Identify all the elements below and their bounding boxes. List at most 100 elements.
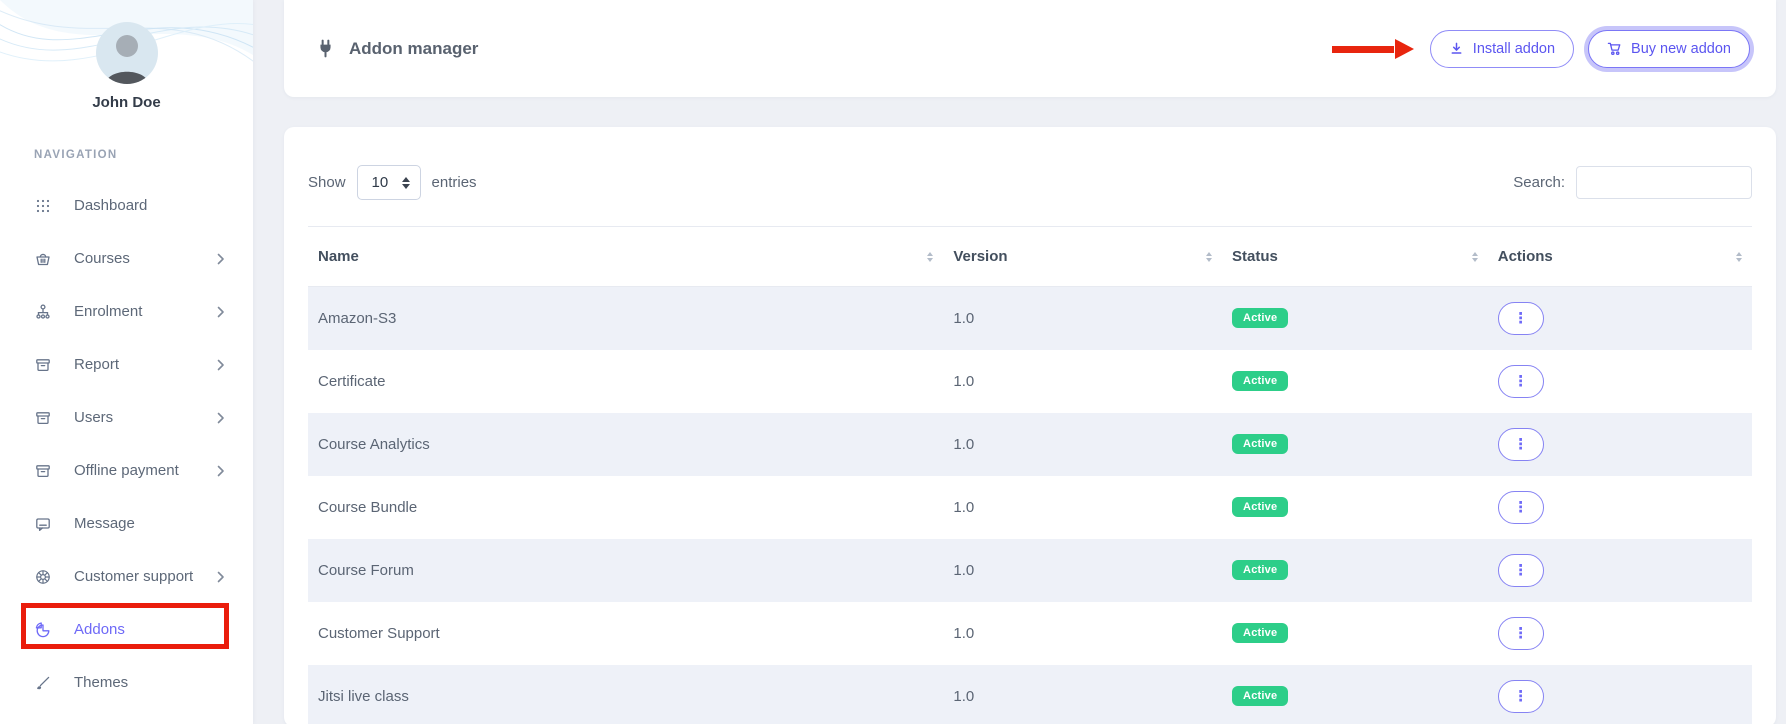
column-label: Status [1232, 248, 1278, 265]
table-card: Show 10 entries Search: NameVersionStatu… [284, 127, 1776, 724]
cell-actions: ⋮ [1488, 476, 1752, 539]
sidebar-item-label: Customer support [74, 568, 193, 585]
chevron-right-icon [217, 253, 225, 265]
pie-icon [34, 621, 52, 639]
sidebar-item-report[interactable]: Report [0, 338, 253, 391]
cell-version: 1.0 [943, 665, 1222, 724]
cell-status: Active [1222, 413, 1488, 476]
column-label: Version [953, 248, 1007, 265]
archive-icon [34, 409, 52, 427]
chevron-right-icon [217, 465, 225, 477]
avatar [96, 22, 158, 84]
status-badge: Active [1232, 497, 1288, 517]
entries-label: entries [432, 174, 477, 191]
column-header-actions[interactable]: Actions [1488, 227, 1752, 287]
table-row: Jitsi live class1.0 Active ⋮ [308, 665, 1752, 724]
status-badge: Active [1232, 308, 1288, 328]
vertical-ellipsis-icon: ⋮ [1513, 435, 1528, 453]
cell-actions: ⋮ [1488, 602, 1752, 665]
vertical-ellipsis-icon: ⋮ [1513, 687, 1528, 705]
cell-actions: ⋮ [1488, 665, 1752, 724]
row-actions-button[interactable]: ⋮ [1498, 491, 1544, 524]
cell-addon-name: Amazon-S3 [308, 287, 943, 350]
sort-icon [1736, 252, 1742, 262]
vertical-ellipsis-icon: ⋮ [1513, 624, 1528, 642]
status-badge: Active [1232, 623, 1288, 643]
cell-addon-name: Certificate [308, 350, 943, 413]
buy-new-addon-button[interactable]: Buy new addon [1588, 30, 1750, 68]
sort-icon [1472, 252, 1478, 262]
row-actions-button[interactable]: ⋮ [1498, 302, 1544, 335]
sidebar-item-label: Themes [74, 674, 128, 691]
cell-status: Active [1222, 287, 1488, 350]
cart-icon [1607, 41, 1622, 56]
table-header-row: Name Version Status Actions [308, 227, 1752, 287]
table-row: Course Analytics1.0Active⋮ [308, 413, 1752, 476]
column-header-status[interactable]: Status [1222, 227, 1488, 287]
vertical-ellipsis-icon: ⋮ [1513, 309, 1528, 327]
select-stepper-icon [402, 177, 410, 189]
status-badge: Active [1232, 371, 1288, 391]
column-header-name[interactable]: Name [308, 227, 943, 287]
hierarchy-icon [34, 303, 52, 321]
main-content: Addon manager Install addon [284, 0, 1776, 724]
chevron-right-icon [217, 306, 225, 318]
status-badge: Active [1232, 434, 1288, 454]
sidebar-item-customer-support[interactable]: Customer support [0, 550, 253, 603]
sidebar-item-users[interactable]: Users [0, 391, 253, 444]
cell-version: 1.0 [943, 539, 1222, 602]
brush-icon [34, 674, 52, 692]
annotation-arrow [1332, 39, 1414, 59]
column-label: Actions [1498, 248, 1553, 265]
cell-addon-name: Customer Support [308, 602, 943, 665]
sidebar-item-themes[interactable]: Themes [0, 656, 253, 709]
cell-addon-name: Jitsi live class [308, 665, 943, 724]
page-size-select[interactable]: 10 [357, 165, 421, 200]
sidebar-item-label: Report [74, 356, 119, 373]
navigation-section-label: NAVIGATION [34, 149, 253, 161]
install-addon-button[interactable]: Install addon [1430, 30, 1574, 68]
column-label: Name [318, 248, 359, 265]
sidebar: John Doe NAVIGATION DashboardCoursesEnro… [0, 0, 253, 724]
vertical-ellipsis-icon: ⋮ [1513, 561, 1528, 579]
row-actions-button[interactable]: ⋮ [1498, 428, 1544, 461]
row-actions-button[interactable]: ⋮ [1498, 365, 1544, 398]
search-label: Search: [1513, 174, 1565, 191]
sidebar-item-offline-payment[interactable]: Offline payment [0, 444, 253, 497]
cell-status: Active [1222, 350, 1488, 413]
status-badge: Active [1232, 686, 1288, 706]
sidebar-nav: Dashboard Courses Enrolment Report UsersOffl… [0, 179, 253, 709]
cell-actions: ⋮ [1488, 539, 1752, 602]
sidebar-item-enrolment[interactable]: Enrolment [0, 285, 253, 338]
table-row: Course Forum1.0Active⋮ [308, 539, 1752, 602]
vertical-ellipsis-icon: ⋮ [1513, 372, 1528, 390]
sidebar-item-dashboard[interactable]: Dashboard [0, 179, 253, 232]
download-icon [1449, 41, 1464, 56]
table-row: Certificate1.0Active⋮ [308, 350, 1752, 413]
sidebar-item-addons[interactable]: Addons [0, 603, 253, 656]
chevron-right-icon [217, 359, 225, 371]
sidebar-item-label: Dashboard [74, 197, 147, 214]
chat-icon [34, 515, 52, 533]
sort-icon [927, 252, 933, 262]
cell-actions: ⋮ [1488, 287, 1752, 350]
search-input[interactable] [1576, 166, 1752, 199]
cell-status: Active [1222, 539, 1488, 602]
sidebar-item-label: Courses [74, 250, 130, 267]
sidebar-item-courses[interactable]: Courses [0, 232, 253, 285]
globe-icon [34, 568, 52, 586]
status-badge: Active [1232, 560, 1288, 580]
archive-icon [34, 462, 52, 480]
cell-status: Active [1222, 602, 1488, 665]
row-actions-button[interactable]: ⋮ [1498, 680, 1544, 713]
row-actions-button[interactable]: ⋮ [1498, 554, 1544, 587]
cell-version: 1.0 [943, 476, 1222, 539]
column-header-version[interactable]: Version [943, 227, 1222, 287]
row-actions-button[interactable]: ⋮ [1498, 617, 1544, 650]
table-row: Course Bundle1.0Active⋮ [308, 476, 1752, 539]
install-addon-label: Install addon [1473, 41, 1555, 57]
sidebar-item-message[interactable]: Message [0, 497, 253, 550]
archive-icon [34, 356, 52, 374]
cell-version: 1.0 [943, 413, 1222, 476]
vertical-ellipsis-icon: ⋮ [1513, 498, 1528, 516]
